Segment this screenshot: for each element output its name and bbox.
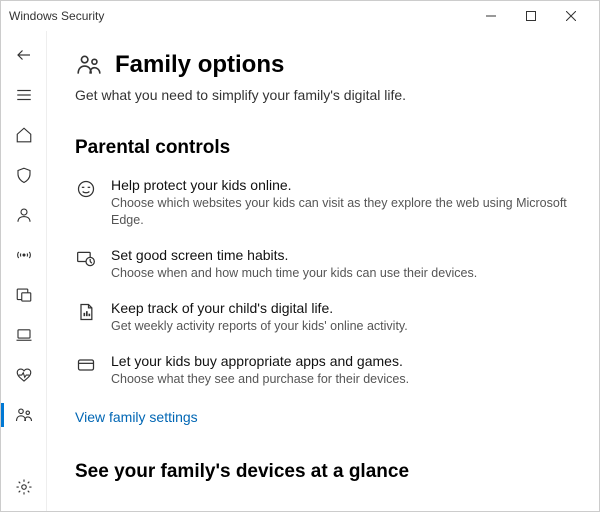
item-title: Keep track of your child's digital life. (111, 300, 571, 316)
shield-icon (15, 166, 33, 184)
person-icon (15, 206, 33, 224)
report-icon (75, 301, 97, 323)
item-desc: Choose when and how much time your kids … (111, 265, 571, 282)
item-desc: Choose what they see and purchase for th… (111, 371, 571, 388)
network-icon (14, 246, 34, 264)
page-heading: Family options (75, 51, 571, 79)
laptop-icon (15, 326, 33, 344)
parental-item-digital-life: Keep track of your child's digital life.… (75, 300, 571, 335)
sidebar-item-home[interactable] (1, 115, 47, 155)
maximize-button[interactable] (511, 1, 551, 31)
item-title: Set good screen time habits. (111, 247, 571, 263)
item-desc: Get weekly activity reports of your kids… (111, 318, 571, 335)
sidebar-item-account[interactable] (1, 195, 47, 235)
sidebar-item-device-security[interactable] (1, 315, 47, 355)
content: Family options Get what you need to simp… (47, 31, 599, 511)
credit-card-icon (75, 354, 97, 376)
sidebar-item-firewall[interactable] (1, 235, 47, 275)
back-button[interactable] (1, 35, 47, 75)
window-title: Windows Security (9, 9, 471, 23)
section-parental-controls: Parental controls (75, 137, 571, 159)
close-button[interactable] (551, 1, 591, 31)
sidebar-item-device-performance[interactable] (1, 355, 47, 395)
page-title: Family options (115, 51, 284, 79)
hamburger-icon (15, 86, 33, 104)
home-icon (15, 126, 33, 144)
item-desc: Choose which websites your kids can visi… (111, 195, 571, 229)
sidebar-item-app-browser[interactable] (1, 275, 47, 315)
minimize-button[interactable] (471, 1, 511, 31)
item-title: Help protect your kids online. (111, 177, 571, 193)
screen-time-icon (75, 248, 97, 270)
parental-item-protect-online: Help protect your kids online. Choose wh… (75, 177, 571, 229)
window: Windows Security (0, 0, 600, 512)
smiley-icon (75, 178, 97, 200)
section-family-devices: See your family's devices at a glance (75, 461, 571, 483)
parental-item-purchases: Let your kids buy appropriate apps and g… (75, 353, 571, 388)
menu-button[interactable] (1, 75, 47, 115)
view-family-settings-link[interactable]: View family settings (75, 409, 198, 425)
sidebar-item-virus[interactable] (1, 155, 47, 195)
parental-item-screen-time: Set good screen time habits. Choose when… (75, 247, 571, 282)
sidebar-item-family[interactable] (1, 395, 47, 435)
family-options-icon (75, 51, 103, 79)
arrow-left-icon (15, 46, 33, 64)
family-icon (14, 406, 34, 424)
heart-icon (15, 366, 33, 384)
page-subtitle: Get what you need to simplify your famil… (75, 87, 571, 103)
sidebar-item-settings[interactable] (1, 467, 47, 507)
sidebar (1, 31, 47, 511)
item-title: Let your kids buy appropriate apps and g… (111, 353, 571, 369)
gear-icon (15, 478, 33, 496)
body: Family options Get what you need to simp… (1, 31, 599, 511)
app-browser-icon (15, 286, 33, 304)
titlebar: Windows Security (1, 1, 599, 31)
